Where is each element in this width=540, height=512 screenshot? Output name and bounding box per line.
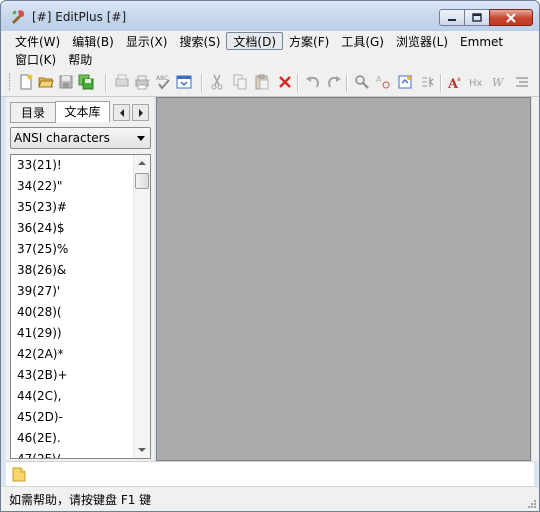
print-preview-icon[interactable] xyxy=(114,74,130,90)
maximize-button[interactable] xyxy=(464,9,490,26)
svg-text:a: a xyxy=(457,76,461,83)
document-tab-bar xyxy=(6,461,534,486)
menu-window[interactable]: 窗口(K) xyxy=(9,50,62,69)
print-icon[interactable] xyxy=(134,74,150,90)
list-item[interactable]: 39(27)' xyxy=(11,281,135,302)
list-item[interactable]: 40(28)( xyxy=(11,302,135,323)
title-bar[interactable]: [#] EditPlus [#] xyxy=(1,1,539,31)
list-item[interactable]: 35(23)# xyxy=(11,197,135,218)
toolbar-separator xyxy=(346,74,348,92)
side-panel: 目录 文本库 ANSI characters 33(21)! 34(22)" 3… xyxy=(6,97,154,461)
save-icon[interactable] xyxy=(58,74,74,90)
menu-row-1: 文件(W) 编辑(B) 显示(X) 搜索(S) 文档(D) 方案(F) 工具(G… xyxy=(9,32,509,51)
open-folder-icon[interactable] xyxy=(38,74,54,90)
close-icon xyxy=(506,12,516,23)
chevron-down-icon xyxy=(137,136,145,141)
toolbar-separator xyxy=(440,74,442,92)
new-file-icon[interactable] xyxy=(18,74,34,90)
scroll-down-icon[interactable] xyxy=(138,448,146,452)
undo-icon[interactable] xyxy=(305,74,321,90)
find-icon[interactable] xyxy=(354,74,370,90)
list-item[interactable]: 37(25)% xyxy=(11,239,135,260)
menu-document[interactable]: 文档(D) xyxy=(226,32,284,50)
hex-icon[interactable]: Hx xyxy=(469,74,485,90)
tab-scroll-buttons xyxy=(113,104,149,121)
list-item[interactable]: 38(26)& xyxy=(11,260,135,281)
list-item[interactable]: 33(21)! xyxy=(11,155,135,176)
toolbar-separator xyxy=(105,74,107,92)
list-item[interactable]: 36(24)$ xyxy=(11,218,135,239)
goto-icon[interactable] xyxy=(397,74,413,90)
browser-preview-icon[interactable] xyxy=(176,74,192,90)
list-item[interactable]: 42(2A)* xyxy=(11,344,135,365)
maximize-icon xyxy=(472,13,482,22)
toolbar-grip[interactable] xyxy=(9,73,13,91)
delete-icon[interactable] xyxy=(277,74,293,90)
minimize-icon xyxy=(448,18,456,21)
tab-scroll-left-button[interactable] xyxy=(113,104,130,121)
spell-check-icon[interactable]: ABC xyxy=(155,74,171,90)
svg-text:W: W xyxy=(492,76,505,89)
app-icon[interactable] xyxy=(10,9,26,25)
cliptext-library-value: ANSI characters xyxy=(14,131,110,145)
list-icon[interactable] xyxy=(514,74,530,90)
close-button[interactable] xyxy=(489,9,533,26)
scroll-thumb[interactable] xyxy=(135,173,149,189)
list-item[interactable]: 47(2F)/ xyxy=(11,449,135,458)
menu-file[interactable]: 文件(W) xyxy=(9,32,66,51)
list-item[interactable]: 34(22)" xyxy=(11,176,135,197)
minimize-button[interactable] xyxy=(439,9,465,26)
window-title: [#] EditPlus [#] xyxy=(32,10,127,24)
menu-row-2: 窗口(K) 帮助 xyxy=(9,50,98,69)
status-bar: 如需帮助，请按键盘 F1 键 xyxy=(1,486,539,511)
paste-icon[interactable] xyxy=(254,74,270,90)
tab-cliptext[interactable]: 文本库 xyxy=(55,101,110,122)
list-scrollbar[interactable] xyxy=(133,155,150,458)
status-text: 如需帮助，请按键盘 F1 键 xyxy=(9,493,152,507)
menu-edit[interactable]: 编辑(B) xyxy=(66,32,120,51)
tab-scroll-right-button[interactable] xyxy=(132,104,149,121)
svg-text:A: A xyxy=(376,75,382,84)
replace-icon[interactable]: A xyxy=(375,74,391,90)
cliptext-items: 33(21)! 34(22)" 35(23)# 36(24)$ 37(25)% … xyxy=(11,155,135,458)
scroll-up-icon[interactable] xyxy=(138,161,146,165)
svg-text:Hx: Hx xyxy=(469,78,483,89)
word-wrap-icon[interactable]: W xyxy=(492,74,508,90)
svg-text:ABC: ABC xyxy=(156,75,168,82)
cut-icon[interactable] xyxy=(209,74,225,90)
redo-icon[interactable] xyxy=(326,74,342,90)
right-edge xyxy=(532,97,539,461)
menu-search[interactable]: 搜索(S) xyxy=(173,32,226,51)
cliptext-library-select[interactable]: ANSI characters xyxy=(10,127,151,149)
tab-directory[interactable]: 目录 xyxy=(10,102,56,123)
list-item[interactable]: 43(2B)+ xyxy=(11,365,135,386)
list-item[interactable]: 44(2C), xyxy=(11,386,135,407)
menu-emmet[interactable]: Emmet xyxy=(454,32,509,51)
menu-tools[interactable]: 工具(G) xyxy=(335,32,390,51)
list-item[interactable]: 41(29)) xyxy=(11,323,135,344)
menu-bar: 文件(W) 编辑(B) 显示(X) 搜索(S) 文档(D) 方案(F) 工具(G… xyxy=(1,31,539,69)
editor-area[interactable] xyxy=(156,97,531,461)
chevron-left-icon xyxy=(119,108,124,117)
toolbar-separator xyxy=(201,74,203,92)
match-bracket-icon[interactable] xyxy=(420,74,436,90)
menu-view[interactable]: 显示(X) xyxy=(120,32,174,51)
save-all-icon[interactable] xyxy=(78,74,94,90)
copy-icon[interactable] xyxy=(232,74,248,90)
menu-browser[interactable]: 浏览器(L) xyxy=(390,32,454,51)
app-window: [#] EditPlus [#] 文件(W) 编辑(B) 显示(X) 搜索(S)… xyxy=(0,0,540,512)
cliptext-list: 33(21)! 34(22)" 35(23)# 36(24)$ 37(25)% … xyxy=(10,154,151,459)
document-icon[interactable] xyxy=(11,466,27,482)
menu-help[interactable]: 帮助 xyxy=(62,50,98,69)
chevron-right-icon xyxy=(138,108,143,117)
toolbar: ABC A Aa Hx W xyxy=(1,69,539,97)
list-item[interactable]: 45(2D)- xyxy=(11,407,135,428)
resize-grip-icon[interactable] xyxy=(526,498,536,508)
list-item[interactable]: 46(2E). xyxy=(11,428,135,449)
menu-project[interactable]: 方案(F) xyxy=(283,32,335,51)
toolbar-separator xyxy=(297,74,299,92)
font-icon[interactable]: Aa xyxy=(447,74,463,90)
caption-buttons xyxy=(439,9,533,27)
